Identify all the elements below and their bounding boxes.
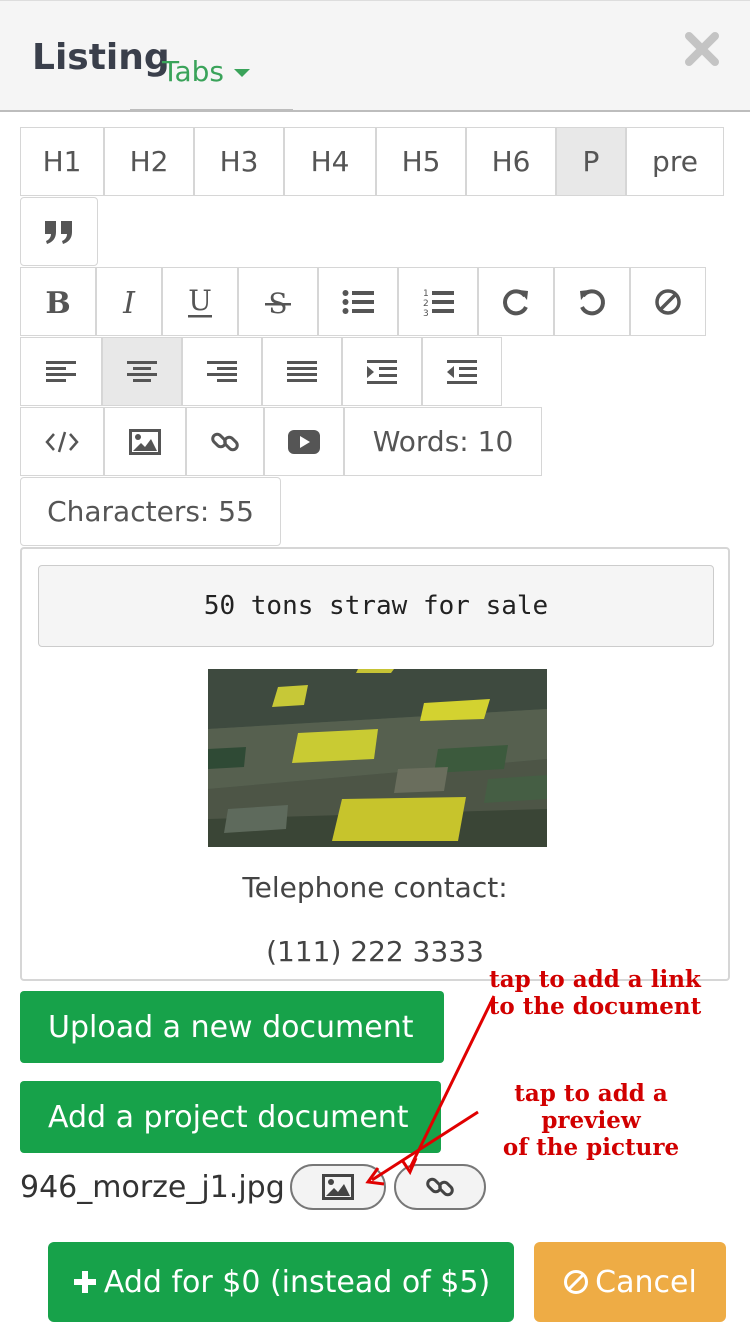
add-listing-button[interactable]: Add for $0 (instead of $5) xyxy=(48,1242,514,1322)
arrow-to-link xyxy=(408,995,496,1169)
cancel-button[interactable]: Cancel xyxy=(534,1242,726,1322)
cancel-label: Cancel xyxy=(595,1264,697,1300)
arrow-to-preview xyxy=(371,1110,479,1182)
plus-icon xyxy=(73,1271,96,1293)
annotation-arrows xyxy=(365,995,496,1186)
ban-icon xyxy=(564,1270,589,1294)
add-listing-label: Add for $0 (instead of $5) xyxy=(103,1264,491,1300)
